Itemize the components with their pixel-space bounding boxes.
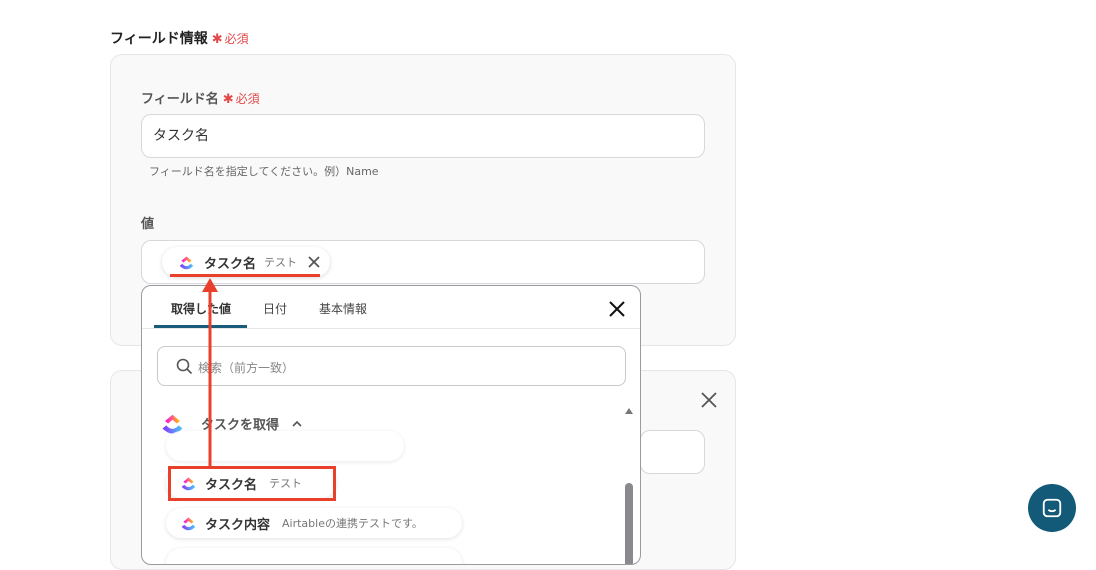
chip-sub: テスト xyxy=(264,256,298,269)
required-badge: ✱ 必須 xyxy=(211,32,249,47)
scroll-up-arrow[interactable] xyxy=(625,408,633,414)
section-title: フィールド情報 ✱ 必須 xyxy=(110,31,249,47)
field-name-label: フィールド名 ✱ 必須 xyxy=(141,92,260,107)
chat-support-button[interactable] xyxy=(1028,484,1076,532)
list-item[interactable]: タスク内容 Airtableの連携テストです。 xyxy=(166,508,462,538)
close-icon[interactable] xyxy=(608,300,626,318)
search-icon xyxy=(176,358,193,375)
value-chip[interactable]: タスク名 テスト xyxy=(162,247,330,277)
value-label: 値 xyxy=(141,217,155,232)
scroll-thumb[interactable] xyxy=(625,483,633,564)
field-name-hint: フィールド名を指定してください。例）Name xyxy=(149,165,379,178)
card2-input[interactable] xyxy=(640,430,705,474)
remove-chip-icon[interactable] xyxy=(307,255,321,269)
chevron-up-icon[interactable] xyxy=(291,418,303,430)
clickup-icon xyxy=(179,256,194,269)
close-icon[interactable] xyxy=(700,391,718,409)
clickup-icon xyxy=(181,517,196,530)
chat-icon xyxy=(1042,498,1062,518)
highlight-underline xyxy=(170,274,320,277)
scrollbar[interactable] xyxy=(622,406,636,564)
field-name-input[interactable]: タスク名 xyxy=(141,114,705,158)
highlight-box xyxy=(168,466,336,501)
search-input[interactable]: 検索（前方一致） xyxy=(157,346,626,386)
chip-name: タスク名 xyxy=(204,256,257,272)
tab-basic-info[interactable]: 基本情報 xyxy=(319,300,367,317)
annotation-arrow-icon xyxy=(202,278,218,468)
tab-date[interactable]: 日付 xyxy=(263,300,287,317)
